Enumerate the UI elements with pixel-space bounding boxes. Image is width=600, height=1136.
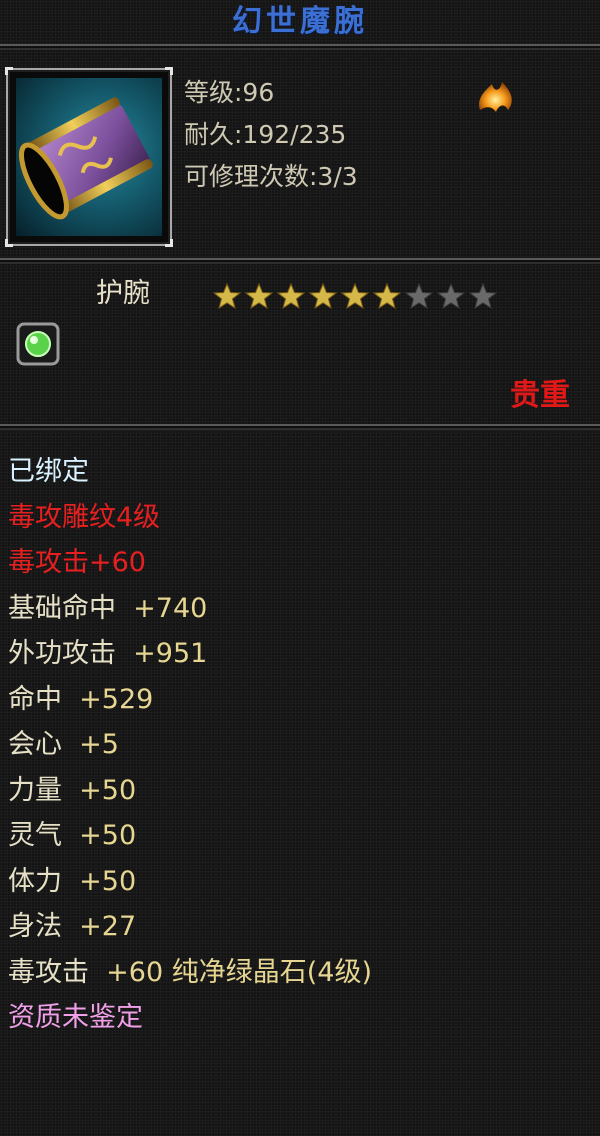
purple-bracer-icon <box>16 78 162 236</box>
item-icon-frame <box>5 67 173 247</box>
attribute-key: 毒攻雕纹4级 <box>8 501 161 533</box>
star-empty-icon <box>436 282 466 310</box>
attribute-value: +951 <box>116 638 208 669</box>
item-title: 幻世魔腕 <box>232 4 368 39</box>
attribute-value: +60 纯净绿晶石(4级) <box>89 956 372 988</box>
attribute-key: 灵气 <box>8 820 62 851</box>
attribute-line: 毒攻击+60 <box>8 547 146 579</box>
attribute-key: 毒攻击+60 <box>8 547 146 578</box>
fire-element-icon <box>470 72 520 114</box>
item-durability: 耐久:192/235 <box>184 120 347 149</box>
star-filled-icon <box>276 282 306 310</box>
attribute-line: 身法 +27 <box>8 911 136 943</box>
attribute-line: 体力 +50 <box>8 866 136 898</box>
attribute-key: 会心 <box>8 729 62 760</box>
attribute-line: 资质未鉴定 <box>8 1002 143 1034</box>
attribute-key: 身法 <box>8 911 62 942</box>
attribute-line: 灵气 +50 <box>8 820 136 852</box>
attribute-key: 已绑定 <box>8 456 89 487</box>
attribute-line: 基础命中 +740 <box>8 593 207 625</box>
star-filled-icon <box>212 282 242 310</box>
attribute-key: 力量 <box>8 774 62 806</box>
item-level: 等级:96 <box>184 78 275 107</box>
star-filled-icon <box>244 282 274 310</box>
attribute-value: +740 <box>116 592 208 624</box>
attribute-key: 基础命中 <box>8 592 116 624</box>
header-divider <box>0 258 600 264</box>
title-divider <box>0 44 600 50</box>
item-rarity: 贵重 <box>510 378 570 413</box>
item-type: 护腕 <box>96 278 150 309</box>
attribute-line: 会心 +5 <box>8 729 119 761</box>
attribute-value: +529 <box>62 683 154 715</box>
attribute-line: 命中 +529 <box>8 684 153 716</box>
attributes-divider <box>0 424 600 430</box>
star-empty-icon <box>404 282 434 310</box>
star-filled-icon <box>372 282 402 310</box>
attribute-line: 已绑定 <box>8 456 89 488</box>
star-filled-icon <box>340 282 370 310</box>
attribute-value: +50 <box>62 865 137 897</box>
star-rating <box>212 282 498 310</box>
attribute-line: 毒攻击 +60 纯净绿晶石(4级) <box>8 957 372 989</box>
attribute-value: +27 <box>62 911 137 942</box>
green-gem-icon <box>16 322 60 366</box>
attribute-value: +5 <box>62 729 119 760</box>
star-filled-icon <box>308 282 338 310</box>
attribute-key: 命中 <box>8 683 62 715</box>
attribute-key: 体力 <box>8 865 62 897</box>
item-repair-count: 可修理次数:3/3 <box>184 162 358 191</box>
attribute-line: 力量 +50 <box>8 775 136 807</box>
attribute-value: +50 <box>62 820 137 851</box>
attribute-line: 毒攻雕纹4级 <box>8 502 160 534</box>
attribute-key: 毒攻击 <box>8 956 89 988</box>
attribute-line: 外功攻击 +951 <box>8 638 207 670</box>
attribute-key: 资质未鉴定 <box>8 1002 143 1033</box>
attribute-value: +50 <box>62 774 137 806</box>
star-empty-icon <box>468 282 498 310</box>
attribute-key: 外功攻击 <box>8 638 116 669</box>
